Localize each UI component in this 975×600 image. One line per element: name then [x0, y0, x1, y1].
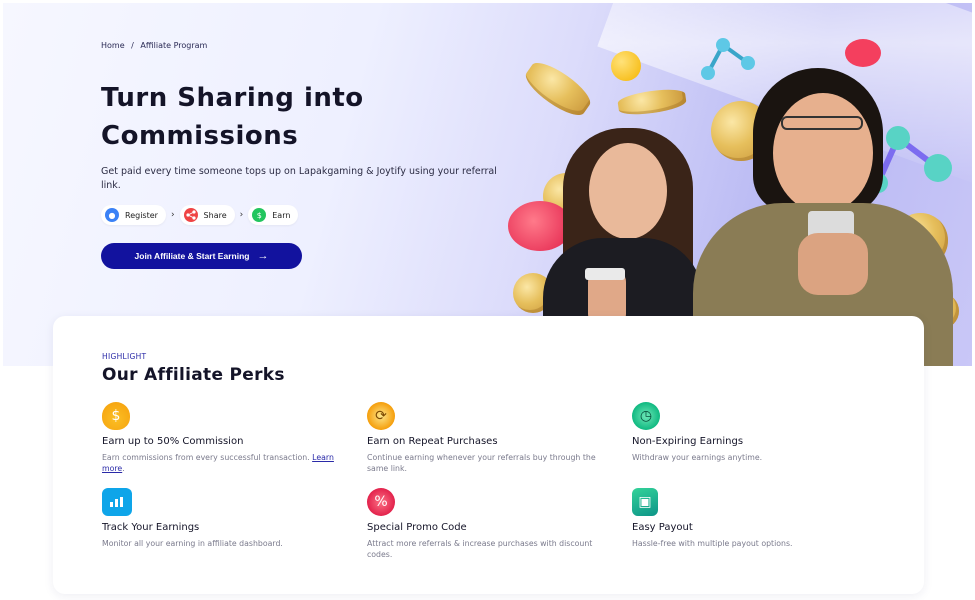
join-affiliate-button[interactable]: Join Affiliate & Start Earning →	[101, 243, 302, 269]
heart-bubble-icon	[845, 39, 881, 67]
perk-description: Continue earning whenever your referrals…	[367, 453, 596, 473]
perk-description-text: Earn commissions from every successful t…	[102, 453, 310, 462]
perk-promo: % Special Promo Code Attract more referr…	[367, 488, 617, 560]
share-icon	[183, 208, 198, 222]
perks-eyebrow: HIGHLIGHT	[102, 352, 147, 361]
perk-description-tail: .	[122, 464, 125, 473]
perk-title: Easy Payout	[632, 522, 693, 533]
money-bag-icon: $	[102, 402, 130, 430]
perk-title: Track Your Earnings	[102, 522, 200, 533]
step-share-label: Share	[203, 210, 227, 220]
promo-badge-icon: %	[367, 488, 395, 516]
step-register: ● Register	[101, 205, 166, 225]
perk-non-expiring: ◷ Non-Expiring Earnings Withdraw your ea…	[632, 402, 882, 463]
chevron-right-icon: ›	[170, 210, 175, 220]
perk-title: Non-Expiring Earnings	[632, 436, 744, 447]
perks-title: Our Affiliate Perks	[102, 365, 285, 385]
hero-subtitle: Get paid every time someone tops up on L…	[101, 166, 497, 191]
breadcrumb-current: Affiliate Program	[140, 41, 208, 50]
hero-illustration	[503, 23, 972, 366]
perk-description: Attract more referrals & increase purcha…	[367, 539, 593, 559]
man-face	[773, 93, 873, 213]
coin-icon	[616, 86, 688, 118]
hero-title: Turn Sharing into Commissions	[101, 83, 364, 151]
wallet-icon: ▣	[632, 488, 658, 516]
perk-repeat: ⟳ Earn on Repeat Purchases Continue earn…	[367, 402, 617, 474]
glasses-icon	[781, 116, 863, 130]
user-icon: ●	[105, 208, 119, 222]
chevron-right-icon: ›	[239, 210, 244, 220]
perk-track: Track Your Earnings Monitor all your ear…	[102, 488, 352, 549]
perk-description: Withdraw your earnings anytime.	[632, 453, 763, 462]
molecule-icon	[701, 38, 755, 80]
phone-icon	[585, 268, 625, 280]
step-register-label: Register	[125, 210, 158, 220]
step-earn: $ Earn	[248, 205, 299, 225]
coin-icon	[520, 55, 596, 123]
step-share: Share	[179, 205, 235, 225]
perk-description: Hassle-free with multiple payout options…	[632, 539, 793, 548]
perk-description: Monitor all your earning in affiliate da…	[102, 539, 283, 548]
arrow-right-icon: →	[257, 250, 269, 262]
perk-title: Earn on Repeat Purchases	[367, 436, 498, 447]
join-affiliate-label: Join Affiliate & Start Earning	[134, 251, 250, 261]
perk-title: Earn up to 50% Commission	[102, 436, 244, 447]
perk-title: Special Promo Code	[367, 522, 467, 533]
woman-face	[589, 143, 667, 239]
money-icon: $	[252, 208, 267, 222]
smiley-emoji-icon	[611, 51, 641, 81]
dashboard-icon	[102, 488, 132, 516]
hero-section: Home / Affiliate Program Turn Sharing in…	[3, 3, 972, 366]
stopwatch-icon: ◷	[632, 402, 660, 430]
perks-card: HIGHLIGHT Our Affiliate Perks $ Earn up …	[53, 316, 924, 594]
breadcrumb: Home / Affiliate Program	[101, 41, 211, 50]
breadcrumb-home[interactable]: Home	[101, 41, 125, 50]
breadcrumb-separator: /	[131, 41, 134, 50]
perk-description: Earn commissions from every successful t…	[102, 452, 342, 474]
step-earn-label: Earn	[272, 210, 291, 220]
steps-row: ● Register › Share › $ Earn	[101, 205, 299, 225]
perk-payout: ▣ Easy Payout Hassle-free with multiple …	[632, 488, 882, 549]
man-hands	[798, 233, 868, 295]
repeat-coin-icon: ⟳	[367, 402, 395, 430]
perk-commission: $ Earn up to 50% Commission Earn commiss…	[102, 402, 352, 474]
